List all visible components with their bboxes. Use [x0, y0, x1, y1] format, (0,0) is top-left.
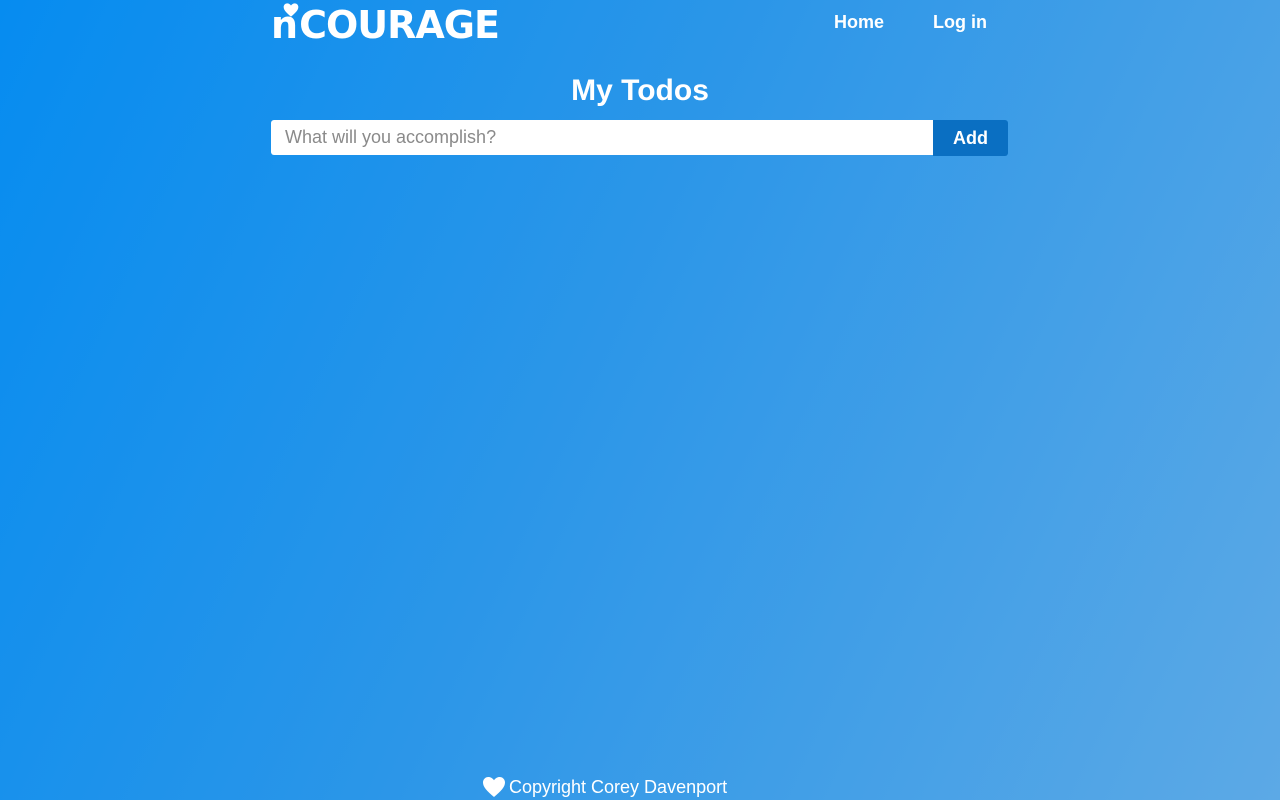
todo-form: Add: [271, 120, 1008, 156]
todo-input[interactable]: [271, 120, 933, 155]
copyright-text: Copyright Corey Davenport: [509, 776, 728, 797]
main-nav: Home Log in: [806, 0, 1008, 44]
heart-icon: [283, 3, 299, 17]
nav-login-link[interactable]: Log in: [905, 12, 1008, 33]
nav-home-link[interactable]: Home: [806, 12, 905, 33]
heart-icon: [483, 777, 505, 797]
page-title: My Todos: [571, 74, 709, 107]
add-button[interactable]: Add: [933, 120, 1008, 156]
logo-wordmark: COURAGE: [299, 3, 500, 47]
ncourage-logo[interactable]: n COURAGE: [271, 3, 500, 47]
footer: Copyright Corey Davenport: [482, 774, 727, 800]
site-header: n COURAGE Home Log in: [271, 0, 1008, 48]
